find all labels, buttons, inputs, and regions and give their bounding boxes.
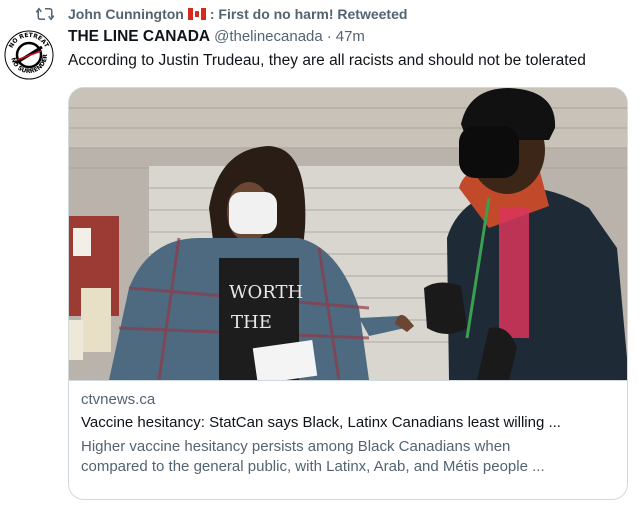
separator: · bbox=[326, 28, 332, 45]
link-card[interactable]: WORTH THE ctvnews.ca Vaccine hesitancy: … bbox=[68, 87, 628, 500]
tweet-text: According to Justin Trudeau, they are al… bbox=[68, 52, 586, 69]
display-name[interactable]: THE LINE CANADA bbox=[68, 28, 210, 46]
card-body[interactable]: ctvnews.ca Vaccine hesitancy: StatCan sa… bbox=[69, 380, 627, 499]
svg-text:THE: THE bbox=[231, 312, 272, 333]
canada-flag-icon bbox=[187, 8, 206, 20]
user-handle[interactable]: @thelinecanada bbox=[214, 28, 323, 45]
card-title[interactable]: Vaccine hesitancy: StatCan says Black, L… bbox=[81, 414, 561, 431]
retweet-icon bbox=[36, 7, 54, 21]
retweet-context[interactable]: John Cunnington : First do no harm! Retw… bbox=[68, 4, 407, 24]
card-description-line: Higher vaccine hesitancy persists among … bbox=[81, 438, 511, 455]
avatar[interactable]: NO RETREAT NO SURRENDER bbox=[4, 30, 54, 80]
tweet-header: THE LINE CANADA @thelinecanada · 47m bbox=[68, 28, 365, 46]
article-image[interactable]: WORTH THE bbox=[69, 88, 628, 380]
card-domain: ctvnews.ca bbox=[81, 391, 156, 408]
retweet-suffix: : First do no harm! Retweeted bbox=[209, 6, 408, 22]
card-description: Higher vaccine hesitancy persists among … bbox=[81, 437, 611, 477]
retweeter-name[interactable]: John Cunnington bbox=[68, 6, 184, 22]
card-description-line: compared to the general public, with Lat… bbox=[81, 458, 545, 475]
svg-text:WORTH: WORTH bbox=[229, 282, 303, 303]
timestamp[interactable]: 47m bbox=[336, 28, 365, 45]
no-retreat-logo: NO RETREAT NO SURRENDER bbox=[4, 30, 54, 80]
